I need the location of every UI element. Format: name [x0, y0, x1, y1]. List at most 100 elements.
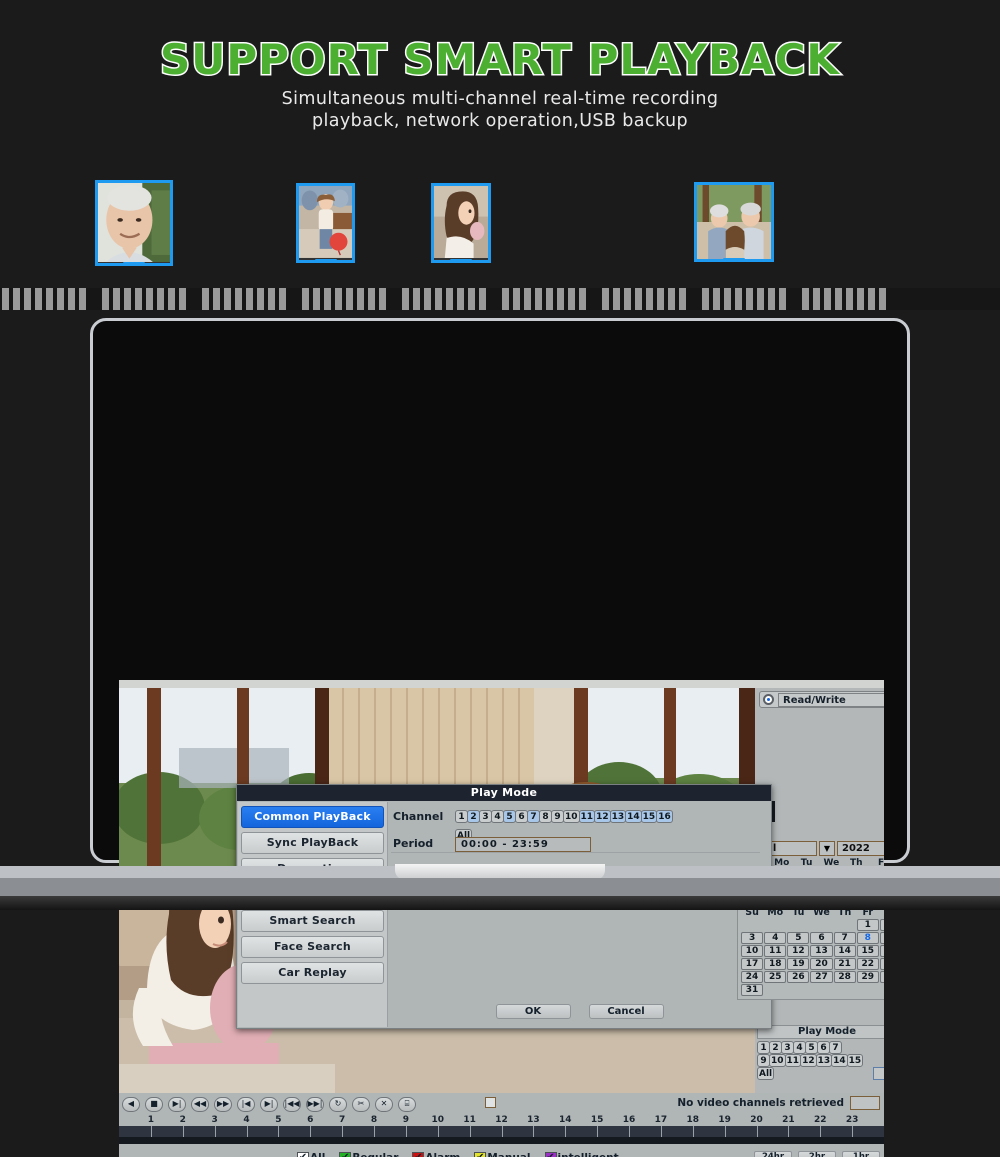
legend-item-alarm[interactable]: ✔Alarm [412, 1152, 460, 1157]
calendar-day-25[interactable]: 25 [764, 971, 787, 983]
calendar-day-27[interactable]: 27 [810, 971, 833, 983]
read-write-selector[interactable]: Read/Write [759, 691, 884, 708]
repeat-button[interactable]: ↻ [329, 1096, 347, 1112]
channel-checkbox-13[interactable]: 13 [609, 810, 627, 823]
prev-frame-button[interactable]: |◀ [237, 1096, 255, 1112]
bg-input-box[interactable] [873, 1067, 884, 1080]
calendar-day-6[interactable]: 6 [810, 932, 833, 944]
timeline-ruler[interactable] [119, 1126, 884, 1137]
zoom-2hr-button[interactable]: 2hr [798, 1151, 836, 1157]
period-input[interactable]: 00:00 - 23:59 [455, 837, 591, 852]
thumbnail-elderly-man[interactable] [95, 180, 173, 266]
channel-checkbox-11[interactable]: 11 [578, 810, 596, 823]
calendar-day-13[interactable]: 13 [810, 945, 833, 957]
bg-play-mode-header: Play Mode [757, 1025, 884, 1039]
play-reverse-button[interactable]: ◀ [122, 1096, 140, 1112]
calendar-day-23[interactable]: 23 [879, 958, 884, 970]
zoom-1hr-button[interactable]: 1hr [842, 1151, 880, 1157]
status-input-box[interactable] [850, 1096, 880, 1110]
menu-item-face-search[interactable]: Face Search [241, 936, 384, 958]
calendar-day-30[interactable]: 30 [879, 971, 884, 983]
bg-channel-12[interactable]: 12 [800, 1054, 817, 1067]
filmstrip-segment [746, 288, 753, 310]
bg-channel-15[interactable]: 15 [846, 1054, 864, 1067]
save-button[interactable]: ⌸ [398, 1096, 416, 1112]
fast-forward-button[interactable]: ▶▶ [214, 1096, 232, 1112]
bg-channel-7[interactable]: 7 [829, 1041, 842, 1054]
menu-item-smart-search[interactable]: Smart Search [241, 910, 384, 932]
bg-channel-11[interactable]: 11 [784, 1054, 802, 1067]
calendar-day-1[interactable]: 1 [856, 919, 879, 931]
menu-item-car-replay[interactable]: Car Replay [241, 962, 384, 984]
play-button[interactable]: ▶| [168, 1096, 186, 1112]
checkbox-icon[interactable]: ✔ [474, 1152, 487, 1157]
channel-checkbox-12[interactable]: 12 [594, 810, 611, 823]
calendar-day-14[interactable]: 14 [833, 945, 856, 957]
rewind-button[interactable]: ◀◀ [191, 1096, 209, 1112]
calendar-day-18[interactable]: 18 [764, 958, 787, 970]
legend-item-all[interactable]: ✔All [297, 1152, 325, 1157]
bg-channel-10[interactable]: 10 [769, 1054, 786, 1067]
calendar-day-7[interactable]: 7 [833, 932, 856, 944]
calendar-day-9[interactable]: 9 [879, 932, 884, 944]
timeline-track[interactable] [119, 1137, 884, 1144]
calendar-day-11[interactable]: 11 [764, 945, 787, 957]
calendar-day-19[interactable]: 19 [787, 958, 810, 970]
calendar-day-24[interactable]: 24 [741, 971, 764, 983]
read-write-label: Read/Write [778, 692, 884, 707]
thumbnail-girl-side[interactable] [431, 183, 491, 263]
next-frame-button[interactable]: ▶| [260, 1096, 278, 1112]
bg-cal-year[interactable]: 2022 [837, 841, 884, 856]
cancel-button[interactable]: Cancel [588, 1004, 664, 1019]
calendar-day-26[interactable]: 26 [787, 971, 810, 983]
calendar-day-12[interactable]: 12 [787, 945, 810, 957]
calendar-day-10[interactable]: 10 [741, 945, 764, 957]
timeline[interactable]: 1 2 3 4 5 6 7 8 9 10 11 12 13 14 15 16 17 18 19 20 21 22 23 [119, 1115, 884, 1145]
stop-button[interactable]: ■ [145, 1096, 163, 1112]
checkbox-icon[interactable]: ✔ [339, 1152, 352, 1157]
calendar-day-20[interactable]: 20 [810, 958, 833, 970]
filmstrip-segment [568, 288, 575, 310]
calendar-day-28[interactable]: 28 [833, 971, 856, 983]
checkbox-icon[interactable]: ✔ [297, 1152, 309, 1157]
ok-button[interactable]: OK [495, 1004, 571, 1019]
channel-checkbox-16[interactable]: 16 [656, 810, 673, 823]
calendar-day-2[interactable]: 2 [879, 919, 884, 931]
checkbox-icon[interactable]: ✔ [412, 1152, 425, 1157]
channel-checkbox-10[interactable]: 10 [563, 810, 580, 823]
thumbnail-grandparents[interactable] [694, 182, 774, 262]
close-clip-button[interactable]: ✕ [375, 1096, 393, 1112]
legend-item-intelligent[interactable]: ✔intelligent [544, 1152, 619, 1157]
calendar-day-31[interactable]: 31 [741, 984, 764, 996]
calendar-day-22[interactable]: 22 [856, 958, 879, 970]
channel-checkbox-14[interactable]: 14 [625, 810, 642, 823]
clip-button[interactable]: ✂ [352, 1096, 370, 1112]
filmstrip-segment [835, 288, 842, 310]
checkbox-icon[interactable]: ✔ [544, 1152, 557, 1157]
filmstrip-segment [224, 288, 231, 310]
calendar-day-16[interactable]: 16 [879, 945, 884, 957]
timeline-hour-label: 23 [845, 1115, 859, 1125]
zoom-24hr-button[interactable]: 24hr [754, 1151, 792, 1157]
calendar-day-5[interactable]: 5 [787, 932, 810, 944]
next-file-button[interactable]: ▶▶| [306, 1096, 324, 1112]
channel-checkbox-15[interactable]: 15 [640, 810, 658, 823]
calendar-day-21[interactable]: 21 [833, 958, 856, 970]
bg-channel-13[interactable]: 13 [815, 1054, 833, 1067]
calendar-day-15[interactable]: 15 [856, 945, 879, 957]
calendar-day-3[interactable]: 3 [741, 932, 764, 944]
legend-item-manual[interactable]: ✔Manual [474, 1152, 531, 1157]
bg-channel-all[interactable]: All [757, 1067, 775, 1080]
bg-cal-month-caret-icon[interactable]: ▼ [819, 841, 835, 856]
thumbnail-child-with-balloon[interactable] [296, 183, 355, 263]
legend-item-regular[interactable]: ✔Regular [339, 1152, 398, 1157]
fullscreen-toggle[interactable] [485, 1097, 496, 1108]
menu-item-sync-playback[interactable]: Sync PlayBack [241, 832, 384, 854]
calendar-day-17[interactable]: 17 [741, 958, 764, 970]
calendar-day-4[interactable]: 4 [764, 932, 787, 944]
menu-item-common-playback[interactable]: Common PlayBack [241, 806, 384, 828]
prev-file-button[interactable]: |◀◀ [283, 1096, 301, 1112]
calendar-day-8[interactable]: 8 [856, 932, 879, 944]
bg-channel-14[interactable]: 14 [831, 1054, 848, 1067]
calendar-day-29[interactable]: 29 [856, 971, 879, 983]
